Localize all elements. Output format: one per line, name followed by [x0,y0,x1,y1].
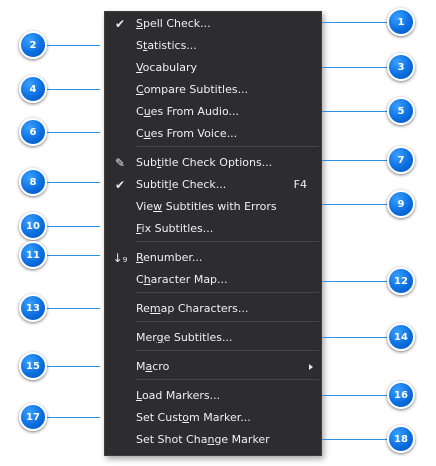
menu-item-label: Set Custom Marker... [136,411,251,424]
callout-badge: 8 [19,168,47,196]
callout-leader-line [322,395,387,396]
callout-badge: 15 [19,352,47,380]
menu-separator [135,379,319,380]
menu-item-compare-subtitles[interactable]: Compare Subtitles... [105,79,321,101]
callout-leader-line [47,255,100,256]
menu-item-remap-characters[interactable]: Remap Characters... [105,298,321,320]
callout-badge: 7 [387,146,415,174]
callout-leader-line [322,111,387,112]
callout-leader-line [47,366,100,367]
callout-badge: 6 [19,118,47,146]
callout-badge: 9 [387,190,415,218]
menu-item-macro[interactable]: Macro [105,356,321,378]
callout-leader-line [322,281,387,282]
menu-item-label: Statistics... [136,39,197,52]
renumber-icon: ↓₉ [112,251,128,265]
callout-leader-line [322,67,387,68]
callout-leader-line [47,182,100,183]
menu-item-label: Renumber... [136,251,203,264]
callout-leader-line [47,89,100,90]
callout-leader-line [47,132,100,133]
context-menu: ✔ Spell Check... Statistics... Vocabulary Co… [104,11,322,456]
callout-badge: 12 [387,267,415,295]
menu-item-label: Character Map... [136,273,228,286]
menu-item-cues-from-voice[interactable]: Cues From Voice... [105,123,321,145]
callout-badge: 17 [19,403,47,431]
menu-item-label: Cues From Voice... [136,127,238,140]
callout-badge: 11 [19,241,47,269]
callout-badge: 10 [19,212,47,240]
callout-leader-line [322,337,387,338]
callout-badge: 3 [387,53,415,81]
menu-item-label: Load Markers... [136,389,221,402]
callout-badge: 14 [387,323,415,351]
menu-item-label: Subtitle Check... [136,178,227,191]
callout-leader-line [47,308,100,309]
callout-leader-line [322,22,387,23]
menu-item-label: View Subtitles with Errors [136,200,277,213]
menu-item-spell-check[interactable]: ✔ Spell Check... [105,13,321,35]
menu-item-label: Set Shot Change Marker [136,433,270,446]
menu-item-fix-subtitles[interactable]: Fix Subtitles... [105,218,321,240]
menu-item-subtitle-check-options[interactable]: ✎ Subtitle Check Options... [105,152,321,174]
callout-leader-line [47,417,100,418]
menu-item-label: Macro [136,360,170,373]
callout-badge: 18 [387,425,415,453]
menu-item-label: Cues From Audio... [136,105,239,118]
callout-badge: 5 [387,97,415,125]
menu-item-subtitle-check[interactable]: ✔ Subtitle Check... F4 [105,174,321,196]
checkmark-icon: ✔ [114,178,126,192]
menu-item-statistics[interactable]: Statistics... [105,35,321,57]
menu-item-cues-from-audio[interactable]: Cues From Audio... [105,101,321,123]
callout-badge: 16 [387,381,415,409]
menu-item-view-subtitles-with-errors[interactable]: View Subtitles with Errors [105,196,321,218]
menu-item-renumber[interactable]: ↓₉ Renumber... [105,247,321,269]
callout-leader-line [322,439,387,440]
menu-item-set-shot-change-marker[interactable]: Set Shot Change Marker [105,429,321,451]
annotated-menu-screenshot: ✔ Spell Check... Statistics... Vocabulary Co… [0,0,436,466]
spell-check-icon: ✔ [114,17,126,31]
submenu-arrow-icon [309,364,313,370]
menu-item-label: Spell Check... [136,17,211,30]
menu-item-character-map[interactable]: Character Map... [105,269,321,291]
callout-leader-line [322,160,387,161]
menu-item-label: Vocabulary [136,61,197,74]
menu-item-label: Fix Subtitles... [136,222,214,235]
callout-leader-line [322,204,387,205]
menu-separator [135,292,319,293]
callout-leader-line [47,45,100,46]
menu-separator [135,321,319,322]
menu-item-set-custom-marker[interactable]: Set Custom Marker... [105,407,321,429]
callout-badge: 13 [19,294,47,322]
menu-item-label: Compare Subtitles... [136,83,249,96]
menu-separator [135,350,319,351]
menu-item-merge-subtitles[interactable]: Merge Subtitles... [105,327,321,349]
callout-badge: 4 [19,75,47,103]
menu-item-label: Subtitle Check Options... [136,156,273,169]
menu-item-label: Merge Subtitles... [136,331,233,344]
menu-separator [135,146,319,147]
callout-badge: 1 [387,8,415,36]
menu-separator [135,241,319,242]
menu-item-vocabulary[interactable]: Vocabulary [105,57,321,79]
check-options-icon: ✎ [114,156,126,170]
callout-badge: 2 [19,31,47,59]
menu-item-label: Remap Characters... [136,302,249,315]
shortcut-label: F4 [293,178,307,191]
menu-item-load-markers[interactable]: Load Markers... [105,385,321,407]
callout-leader-line [47,226,100,227]
